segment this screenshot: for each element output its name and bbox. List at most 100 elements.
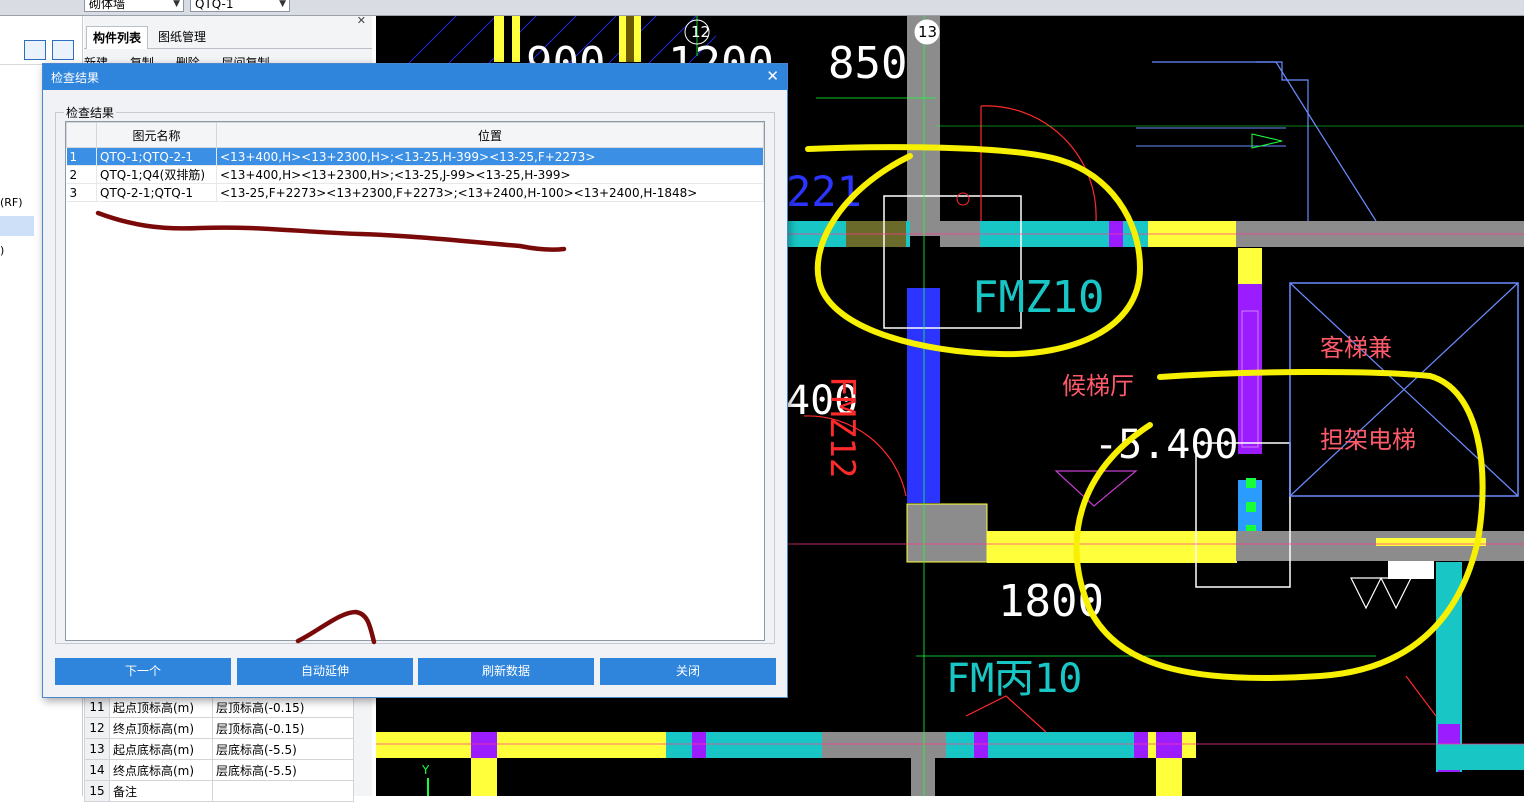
element-name: QTQ-2-1;QTQ-1 — [96, 183, 217, 202]
white-block — [1388, 561, 1434, 579]
element-name: QTQ-1;Q4(双排筋) — [96, 165, 217, 184]
row-number: 14 — [84, 759, 110, 781]
panel-tabs: 构件列表 图纸管理 — [84, 26, 372, 49]
column-marker — [1246, 502, 1256, 512]
property-name: 终点顶标高(m) — [109, 717, 213, 739]
grid-header: 图元名称 位置 — [66, 122, 764, 148]
row-number: 12 — [84, 717, 110, 739]
close-button[interactable]: 关闭 — [600, 658, 776, 685]
table-row[interactable]: 1 QTQ-1;QTQ-2-1 <13+400,H><13+2300,H>;<1… — [66, 147, 764, 166]
wall-purple — [974, 732, 988, 758]
top-toolbar: 砌体墙 ▼ QTQ-1 ▼ — [0, 0, 1524, 16]
property-name: 起点顶标高(m) — [109, 696, 213, 718]
next-button[interactable]: 下一个 — [55, 658, 231, 685]
room-label-hall: 候梯厅 — [1062, 372, 1134, 400]
grid-label-13: 13 — [918, 23, 937, 41]
wall-grey — [911, 758, 935, 796]
axis-y-label: Y — [421, 763, 430, 777]
tab-component-list[interactable]: 构件列表 — [86, 26, 149, 49]
component-combo[interactable]: QTQ-1 ▼ — [190, 0, 290, 12]
close-icon[interactable]: ✕ — [766, 67, 779, 85]
wall-blue — [907, 288, 940, 503]
wall-purple — [1134, 732, 1148, 758]
component-value: QTQ-1 — [195, 0, 234, 11]
property-value[interactable] — [212, 780, 354, 802]
dim-221: 221 — [786, 167, 862, 216]
wall-gap — [504, 16, 512, 62]
wall-type-value: 砌体墙 — [89, 0, 126, 11]
dim-1800: 1800 — [998, 576, 1104, 627]
dialog-titlebar[interactable]: 检查结果 ✕ — [43, 64, 787, 90]
table-row[interactable]: 13 起点底标高(m) 层底标高(-5.5) — [84, 738, 354, 760]
marker-triangle — [1350, 577, 1382, 610]
door-label-fmz12: FMZ12 — [822, 376, 862, 478]
floor-item-selected[interactable] — [0, 216, 34, 236]
table-row[interactable]: 12 终点顶标高(m) 层顶标高(-0.15) — [84, 717, 354, 739]
property-value[interactable]: 层顶标高(-0.15) — [212, 696, 354, 718]
header-position[interactable]: 位置 — [216, 122, 764, 148]
floor-label[interactable]: ) — [0, 244, 4, 257]
wall-purple — [471, 732, 497, 758]
wall-yellow — [987, 531, 1237, 563]
door-swing — [1405, 675, 1437, 717]
header-name[interactable]: 图元名称 — [96, 122, 217, 148]
element-position: <13+400,H><13+2300,H>;<13-25,J-99><13-25… — [216, 165, 764, 184]
property-table: 11 起点顶标高(m) 层顶标高(-0.15) 12 终点顶标高(m) 层顶标高(-0.… — [84, 696, 354, 802]
row-number: 11 — [84, 696, 110, 718]
wall-cyan — [1436, 744, 1524, 770]
chevron-down-icon: ▼ — [173, 0, 180, 9]
table-row[interactable]: 14 终点底标高(m) 层底标高(-5.5) — [84, 759, 354, 781]
property-name: 终点底标高(m) — [109, 759, 213, 781]
wall-purple — [692, 732, 706, 758]
elevation-marker — [1054, 470, 1138, 507]
elevation-label: -5.400 — [1094, 422, 1239, 468]
wall-grey — [822, 732, 946, 758]
wall-grey — [907, 16, 940, 236]
door-label-fm-bing10: FM丙10 — [946, 656, 1082, 702]
wall-yellow — [1376, 538, 1486, 546]
table-row[interactable]: 15 备注 — [84, 780, 354, 802]
table-row[interactable]: 11 起点顶标高(m) 层顶标高(-0.15) — [84, 696, 354, 718]
room-label-freight: 客梯兼 — [1320, 334, 1392, 362]
element-position: <13-25,F+2273><13+2300,F+2273>;<13+2400,… — [216, 183, 764, 202]
wall-cyan — [666, 732, 822, 758]
row-number: 15 — [84, 780, 110, 802]
property-name: 备注 — [109, 780, 213, 802]
wall-yellow — [376, 732, 666, 758]
wall-type-combo[interactable]: 砌体墙 ▼ — [84, 0, 184, 12]
wall-yellow — [1156, 758, 1182, 796]
row-number: 1 — [66, 147, 97, 166]
door-label-fmz10: FMZ10 — [972, 272, 1104, 323]
header-index — [66, 122, 97, 148]
result-grid[interactable]: 图元名称 位置 1 QTQ-1;QTQ-2-1 <13+400,H><13+23… — [65, 121, 765, 641]
door-swing — [980, 105, 1097, 222]
table-row[interactable]: 2 QTQ-1;Q4(双排筋) <13+400,H><13+2300,H>;<1… — [66, 165, 764, 184]
dim-850: 850 — [828, 38, 907, 89]
detail-view-icon[interactable] — [52, 40, 74, 60]
property-value[interactable]: 层底标高(-5.5) — [212, 738, 354, 760]
tab-drawing-management[interactable]: 图纸管理 — [152, 26, 212, 48]
chevron-down-icon: ▼ — [279, 0, 286, 9]
row-number: 13 — [84, 738, 110, 760]
column-marker — [1246, 478, 1256, 488]
element-name: QTQ-1;QTQ-2-1 — [96, 147, 217, 166]
marker-circle — [956, 192, 970, 206]
marker-triangle — [1380, 577, 1412, 610]
wall-grey-corner — [906, 503, 988, 563]
auto-extend-button[interactable]: 自动延伸 — [237, 658, 413, 685]
stair-outline — [1256, 61, 1377, 222]
wall-gap — [626, 16, 634, 62]
list-view-icon[interactable] — [24, 40, 46, 60]
element-position: <13+400,H><13+2300,H>;<13-25,H-399><13-2… — [216, 147, 764, 166]
wall-yellow — [471, 758, 497, 796]
stair-outline — [1152, 61, 1309, 221]
property-value[interactable]: 层顶标高(-0.15) — [212, 717, 354, 739]
group-label: 检查结果 — [66, 106, 115, 120]
property-name: 起点底标高(m) — [109, 738, 213, 760]
refresh-data-button[interactable]: 刷新数据 — [418, 658, 594, 685]
table-row[interactable]: 3 QTQ-2-1;QTQ-1 <13-25,F+2273><13+2300,F… — [66, 183, 764, 202]
floor-label-rf[interactable]: (RF) — [0, 196, 23, 209]
property-value[interactable]: 层底标高(-5.5) — [212, 759, 354, 781]
wall-yellow — [1238, 248, 1262, 284]
room-label-stretcher: 担架电梯 — [1320, 426, 1416, 454]
